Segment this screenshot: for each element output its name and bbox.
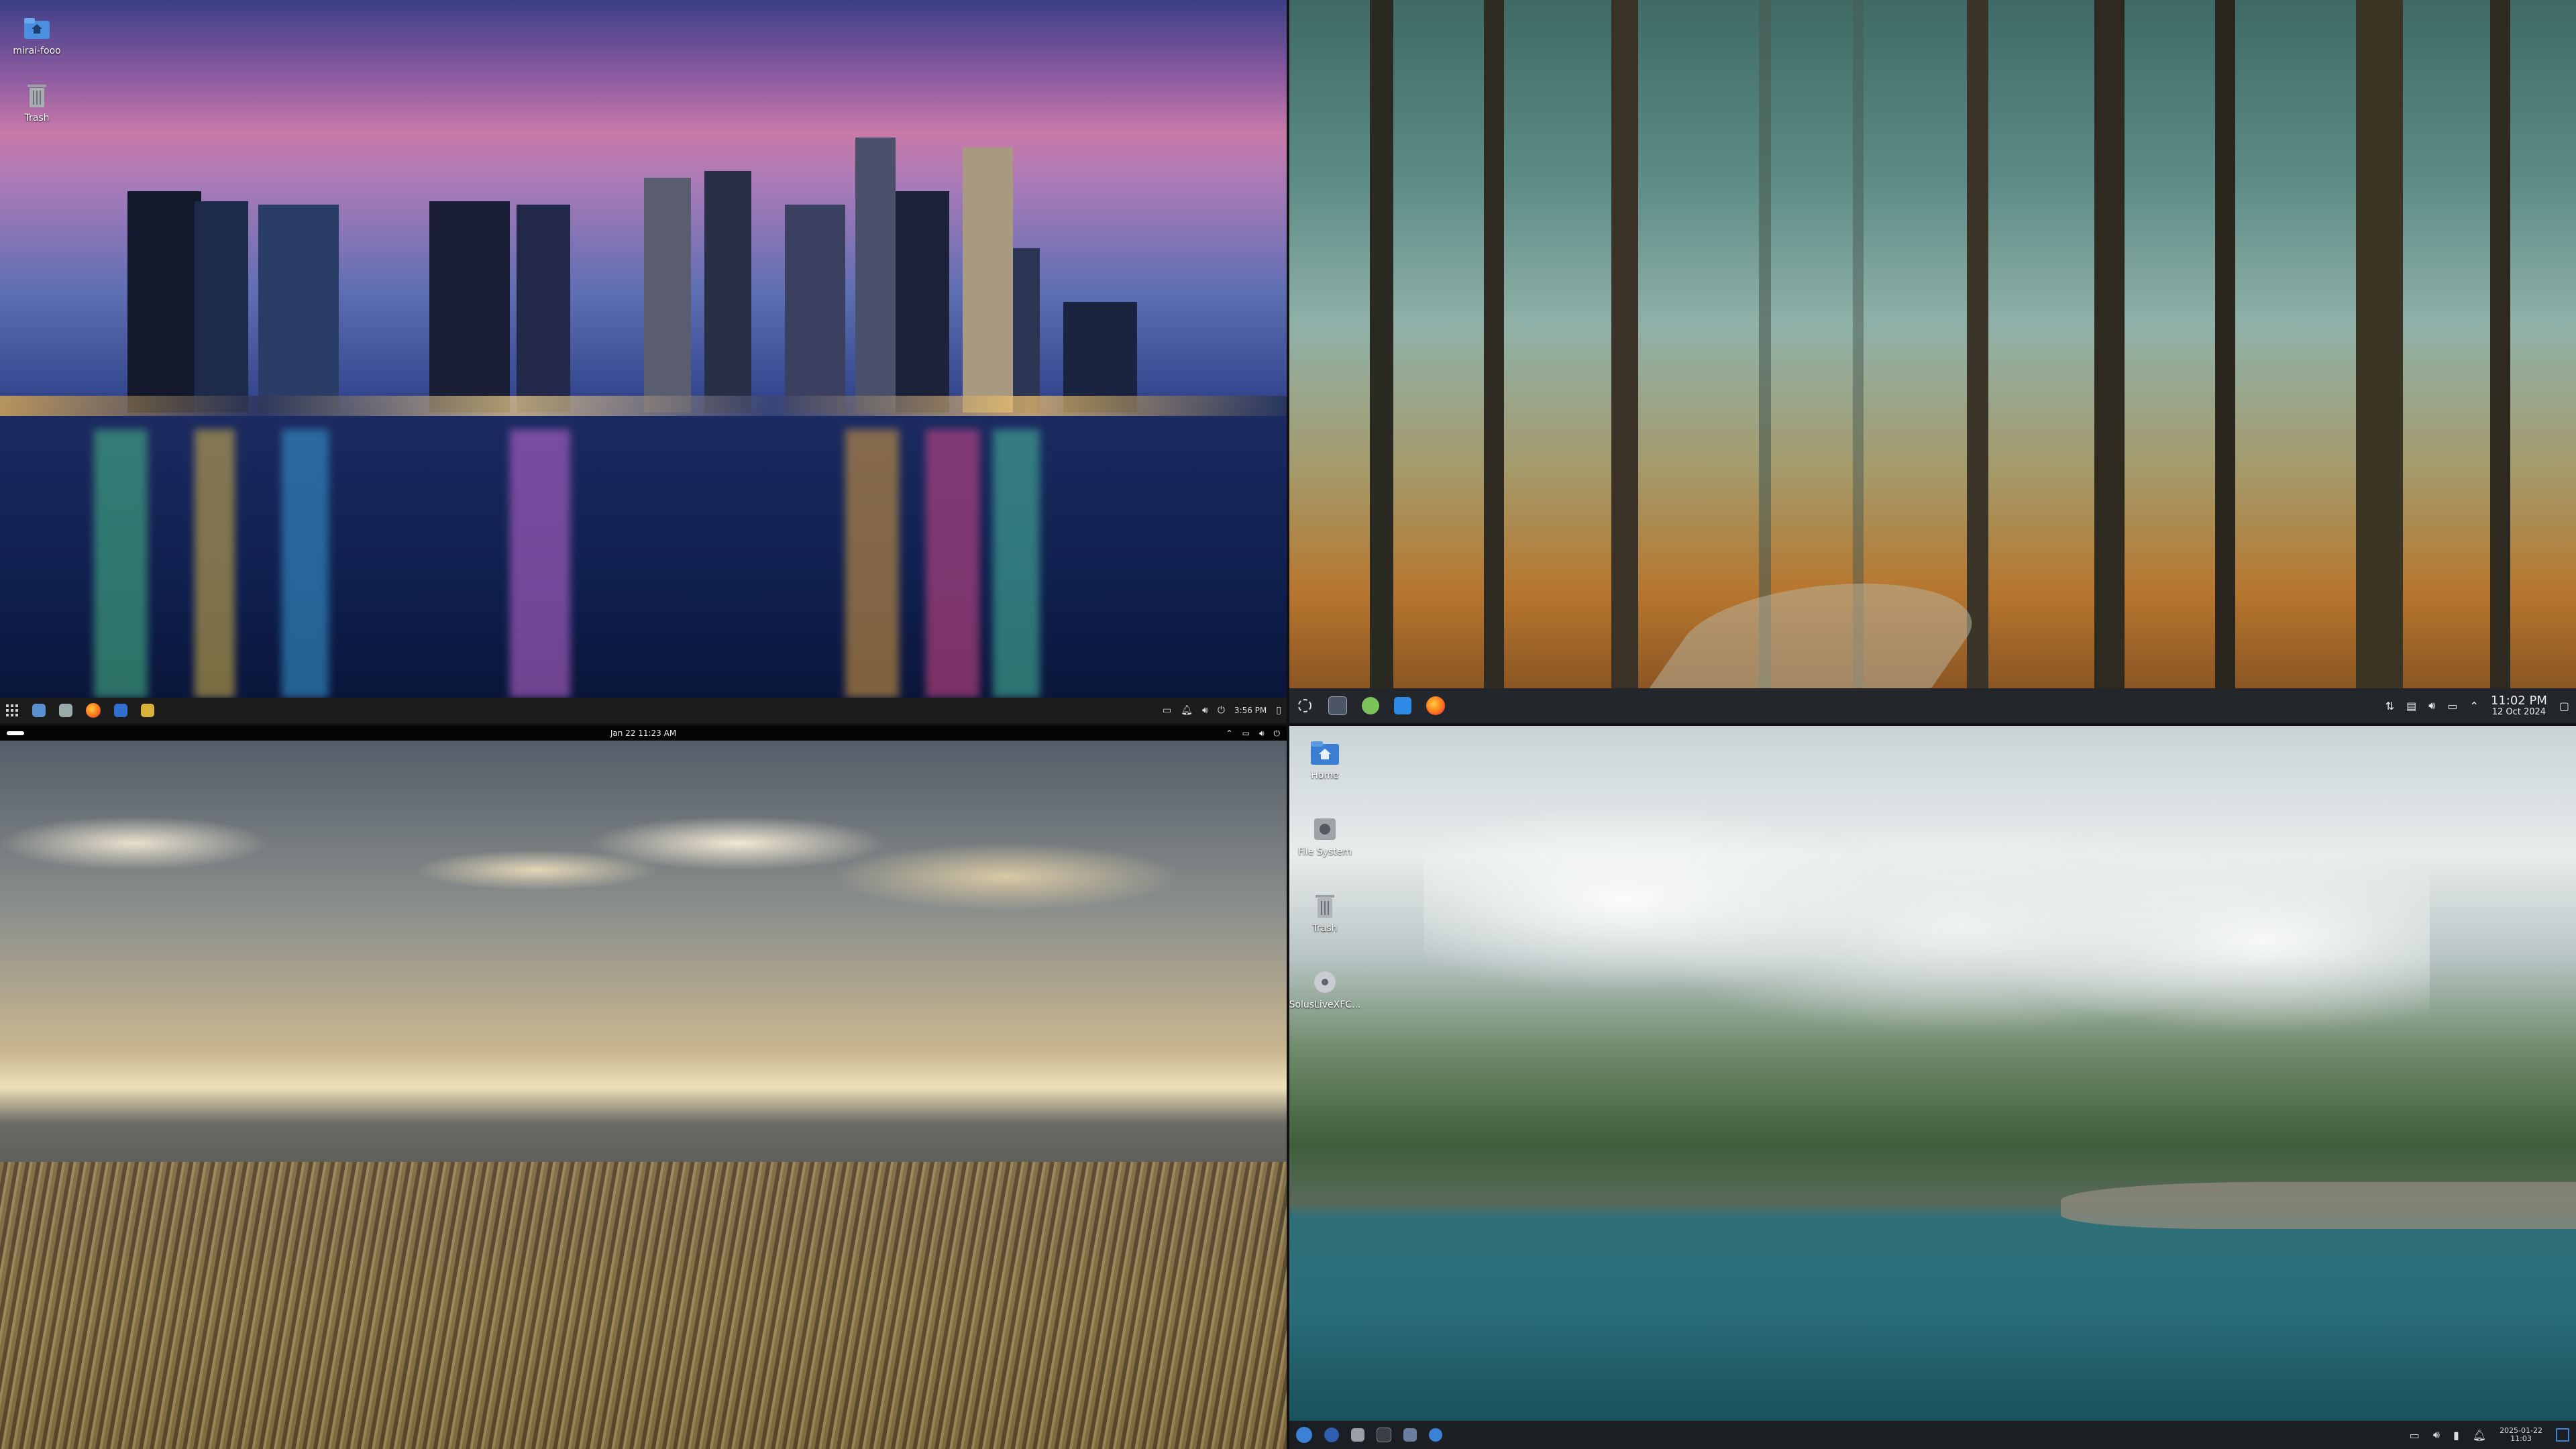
desktop-top-right: ⇅ ▤ 🔊︎ ▭ ⌃ 11:02 PM 12 Oct 2024 ▢ bbox=[1289, 0, 2576, 723]
show-desktop-icon[interactable]: ▢ bbox=[2559, 700, 2569, 712]
display-icon[interactable]: ▭ bbox=[2447, 700, 2457, 712]
file-manager-icon[interactable] bbox=[1394, 697, 1411, 714]
volume-icon[interactable]: 🔊︎ bbox=[2433, 1428, 2440, 1442]
taskbar: ▭ 🔔︎ 🔊︎ ⏻ 3:56 PM ▯ bbox=[0, 698, 1287, 723]
expand-tray-icon[interactable]: ⌃ bbox=[2469, 700, 2478, 712]
clock[interactable]: Jan 22 11:23 AM bbox=[610, 729, 676, 738]
system-tray: ▭ 🔔︎ 🔊︎ ⏻ 3:56 PM ▯ bbox=[1163, 705, 1281, 716]
browser-icon[interactable] bbox=[1324, 1428, 1339, 1442]
clock-time: 11:02 PM bbox=[2490, 693, 2547, 708]
drive-icon bbox=[1307, 812, 1342, 847]
battery-icon[interactable]: ▮ bbox=[2453, 1429, 2459, 1442]
app-menu-icon[interactable] bbox=[5, 704, 19, 717]
desktop-icon-label: Home bbox=[1311, 770, 1339, 781]
display-icon[interactable]: ▭ bbox=[1163, 705, 1171, 716]
desktop-icon-label: Trash bbox=[24, 113, 50, 123]
clipboard-icon[interactable]: ▤ bbox=[2406, 700, 2416, 712]
launcher-icon[interactable] bbox=[1296, 697, 1313, 714]
disc-icon bbox=[1307, 965, 1342, 1000]
files-icon[interactable] bbox=[1351, 1428, 1364, 1442]
software-icon[interactable] bbox=[1403, 1428, 1417, 1442]
volume-icon[interactable]: 🔊︎ bbox=[1202, 705, 1208, 716]
terminal-icon[interactable] bbox=[1328, 696, 1347, 715]
network-icon[interactable]: ⇅ bbox=[2385, 700, 2394, 712]
clock[interactable]: 11:02 PM 12 Oct 2024 bbox=[2491, 694, 2547, 717]
wallpaper-autumn-forest bbox=[1289, 0, 2576, 723]
home-folder-icon bbox=[19, 11, 54, 46]
settings-icon[interactable] bbox=[141, 704, 154, 717]
help-icon[interactable] bbox=[1429, 1428, 1442, 1442]
file-manager-icon[interactable] bbox=[32, 704, 46, 717]
desktop-icon-trash[interactable]: Trash bbox=[1289, 888, 1362, 934]
software-icon[interactable] bbox=[1362, 697, 1379, 714]
clock[interactable]: 2025-01-22 11:03 bbox=[2500, 1426, 2542, 1443]
show-desktop-icon[interactable]: ▯ bbox=[1276, 705, 1281, 716]
power-icon[interactable]: ⏻ bbox=[1218, 705, 1225, 716]
terminal-icon[interactable] bbox=[1377, 1428, 1391, 1442]
desktop-icon-home[interactable]: Home bbox=[1289, 735, 1362, 781]
wallpaper-city-skyline bbox=[0, 0, 1287, 723]
desktop-icon-trash[interactable]: Trash bbox=[0, 78, 74, 123]
show-desktop-icon[interactable] bbox=[2556, 1428, 2569, 1442]
display-icon[interactable]: ▭ bbox=[2410, 1429, 2420, 1442]
system-tray: ⌃ ▭ 🔊︎ ⏻ bbox=[1226, 729, 1280, 739]
notification-icon[interactable]: 🔔︎ bbox=[1181, 705, 1193, 716]
firefox-icon[interactable] bbox=[86, 703, 101, 718]
wallpaper-mountain-lake bbox=[1289, 726, 2576, 1449]
accessibility-icon[interactable]: ⌃ bbox=[1226, 729, 1233, 738]
desktop-top-left: mirai-fooo Trash ▭ 🔔︎ 🔊︎ ⏻ 3:56 PM ▯ bbox=[0, 0, 1287, 723]
clock-date: 12 Oct 2024 bbox=[2491, 706, 2546, 717]
desktop-icon-label: File System bbox=[1297, 847, 1352, 857]
activities-indicator[interactable] bbox=[7, 731, 24, 735]
clock-time: 11:03 bbox=[2510, 1434, 2532, 1443]
display-icon[interactable]: ▭ bbox=[1242, 729, 1250, 738]
solus-menu-icon[interactable] bbox=[1296, 1427, 1312, 1443]
wallpaper-coastal-dunes bbox=[0, 726, 1287, 1449]
desktop-icon-label: Trash bbox=[1312, 923, 1338, 934]
desktop-icon-live-disc[interactable]: SolusLiveXFC... bbox=[1289, 965, 1362, 1010]
notification-icon[interactable]: 🔔︎ bbox=[2473, 1429, 2486, 1442]
home-folder-icon bbox=[1307, 735, 1342, 770]
system-tray: ⇅ ▤ 🔊︎ ▭ ⌃ 11:02 PM 12 Oct 2024 ▢ bbox=[2385, 694, 2569, 717]
system-tray: ▭ 🔊︎ ▮ 🔔︎ 2025-01-22 11:03 bbox=[2410, 1426, 2569, 1443]
power-icon[interactable]: ⏻ bbox=[1274, 729, 1281, 739]
volume-icon[interactable]: 🔊︎ bbox=[2428, 699, 2435, 712]
top-bar: Jan 22 11:23 AM ⌃ ▭ 🔊︎ ⏻ bbox=[0, 726, 1287, 741]
desktop-icon-label: SolusLiveXFC... bbox=[1289, 1000, 1361, 1010]
desktop-bottom-right: Home File System Trash SolusLiveXFC... ▭… bbox=[1289, 726, 2576, 1449]
desktop-icon-label: mirai-fooo bbox=[13, 46, 61, 56]
clock[interactable]: 3:56 PM bbox=[1234, 706, 1267, 715]
taskbar: ⇅ ▤ 🔊︎ ▭ ⌃ 11:02 PM 12 Oct 2024 ▢ bbox=[1289, 688, 2576, 723]
desktop-icon-file-system[interactable]: File System bbox=[1289, 812, 1362, 857]
terminal-icon[interactable] bbox=[114, 704, 127, 717]
text-editor-icon[interactable] bbox=[59, 704, 72, 717]
desktop-icon-home[interactable]: mirai-fooo bbox=[0, 11, 74, 56]
trash-icon bbox=[1307, 888, 1342, 923]
desktop-bottom-left: Jan 22 11:23 AM ⌃ ▭ 🔊︎ ⏻ bbox=[0, 726, 1287, 1449]
firefox-icon[interactable] bbox=[1426, 696, 1445, 715]
trash-icon bbox=[19, 78, 54, 113]
taskbar: ▭ 🔊︎ ▮ 🔔︎ 2025-01-22 11:03 bbox=[1289, 1421, 2576, 1449]
volume-icon[interactable]: 🔊︎ bbox=[1259, 729, 1265, 739]
